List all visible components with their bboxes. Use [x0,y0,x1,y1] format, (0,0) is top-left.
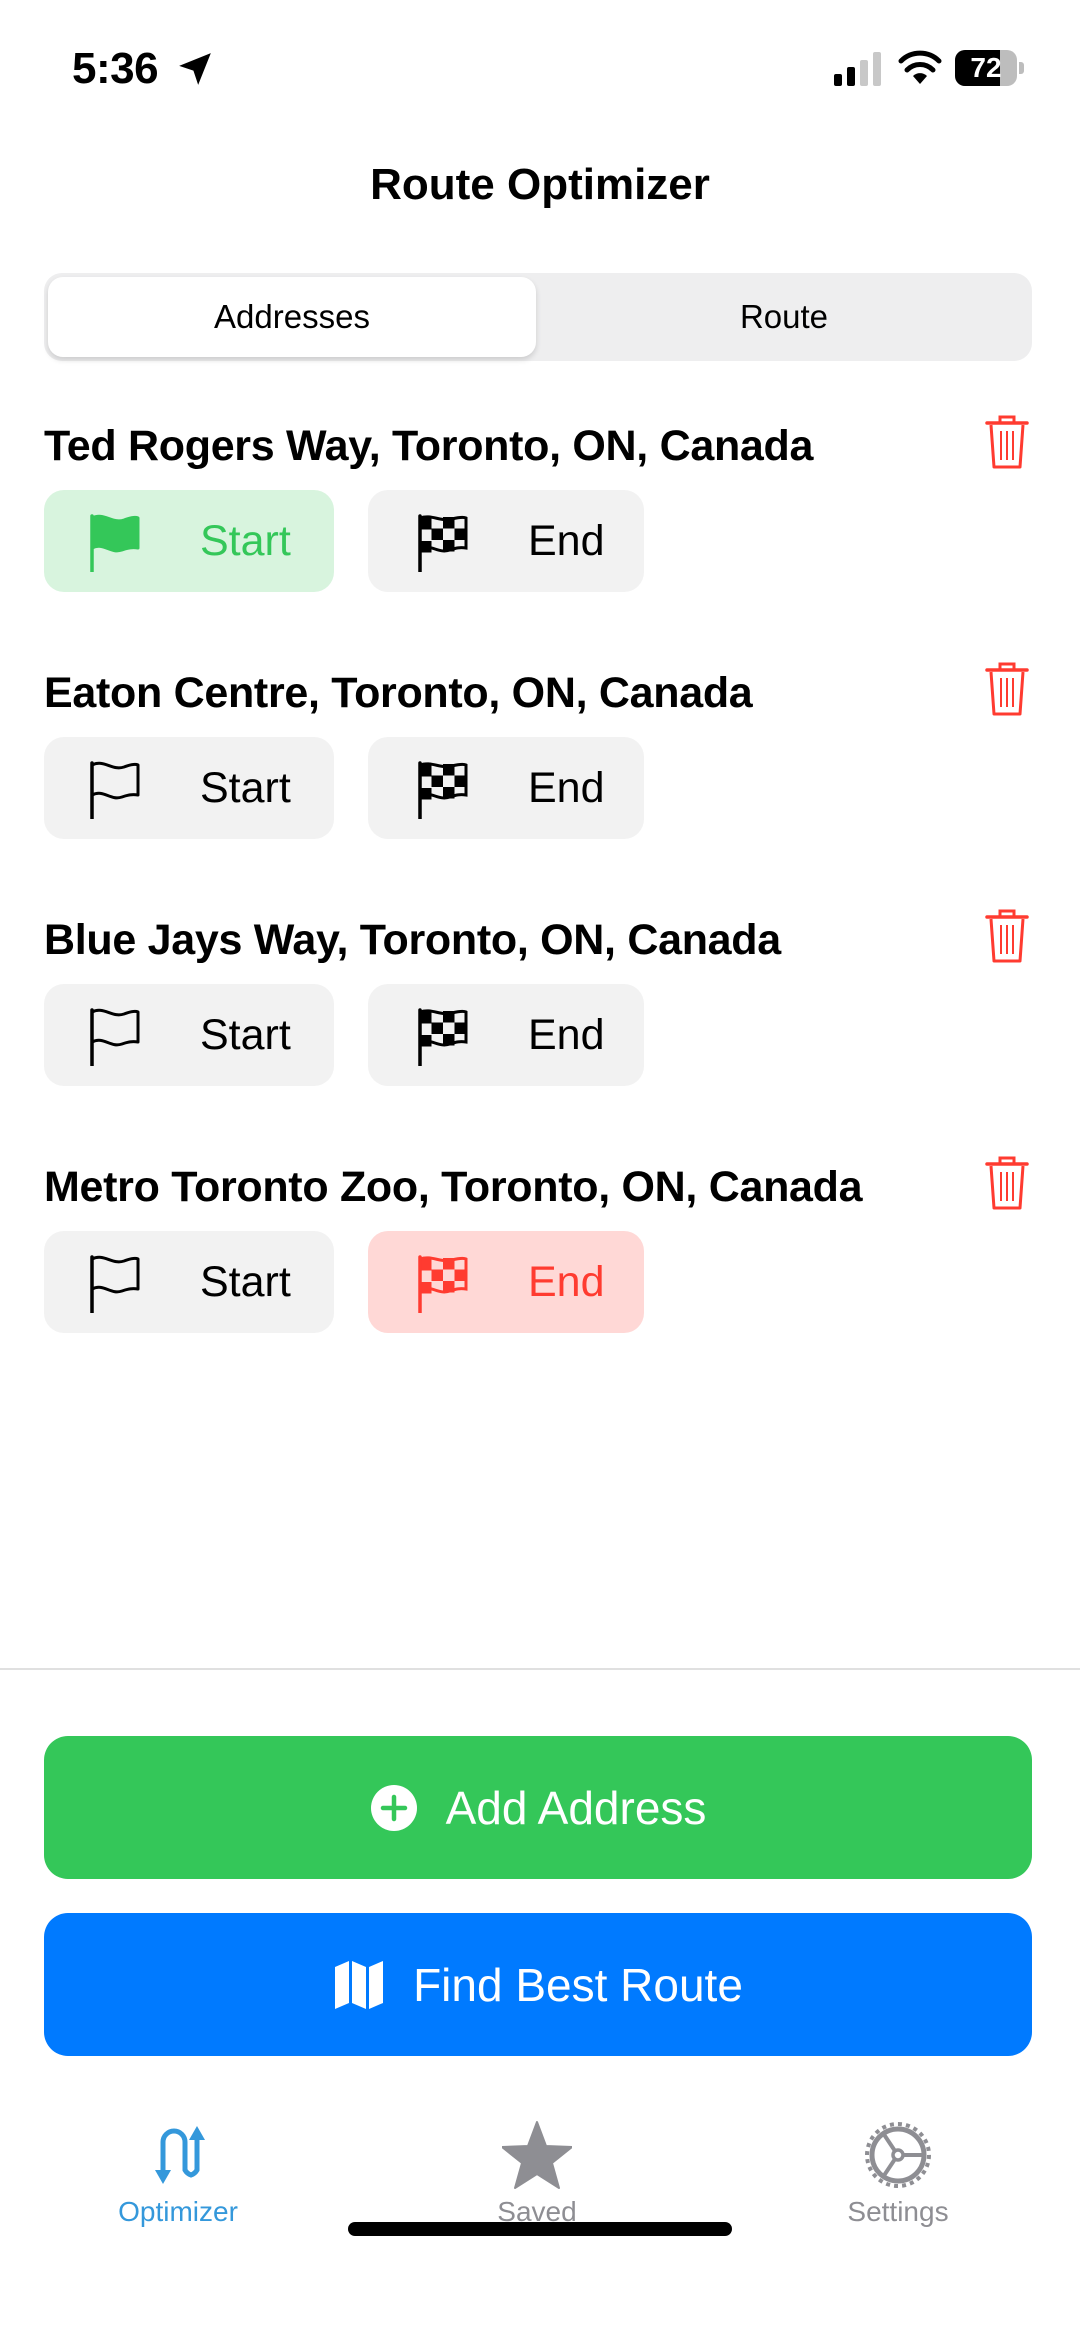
address-name: Metro Toronto Zoo, Toronto, ON, Canada [44,1163,863,1211]
find-best-route-label: Find Best Route [413,1958,743,2011]
checkered-flag-icon [418,514,468,572]
start-label: Start [200,764,291,812]
tab-saved[interactable]: Saved [417,2100,657,2227]
tab-optimizer[interactable]: Optimizer [58,2100,298,2227]
home-indicator [348,2222,732,2236]
status-time: 5:36 [72,44,159,93]
wifi-icon [898,50,942,84]
address-row: Metro Toronto Zoo, Toronto, ON, Canada S… [0,1156,1080,1363]
gear-icon [865,2122,931,2188]
flag-icon [90,761,140,819]
flag-icon [90,1255,140,1313]
add-address-label: Add Address [445,1781,707,1834]
segment-route[interactable]: Route [540,277,1028,357]
tab-settings[interactable]: Settings [778,2100,1018,2227]
segment-addresses[interactable]: Addresses [48,277,536,357]
plus-circle-icon [370,1784,417,1831]
address-row: Eaton Centre, Toronto, ON, Canada Start … [0,662,1080,869]
set-end-button[interactable]: End [368,737,644,839]
page-title: Route Optimizer [370,160,710,209]
address-row: Blue Jays Way, Toronto, ON, Canada Start… [0,909,1080,1116]
end-label: End [528,1011,605,1059]
end-label: End [528,1258,605,1306]
tab-bar: Optimizer Saved Settings [0,2100,1080,2227]
star-icon [502,2121,572,2189]
cellular-signal-icon [834,52,881,86]
find-best-route-button[interactable]: Find Best Route [44,1913,1032,2056]
status-bar: 5:36 72 [0,0,1080,130]
delete-trash-icon[interactable] [984,908,1030,964]
set-start-button[interactable]: Start [44,737,334,839]
address-name: Eaton Centre, Toronto, ON, Canada [44,669,753,717]
battery-percent: 72 [970,52,1002,83]
checkered-flag-icon [418,1008,468,1066]
battery-indicator: 72 [955,50,1025,86]
checkered-flag-icon [418,761,468,819]
set-start-button[interactable]: Start [44,1231,334,1333]
location-arrow-icon [179,53,211,85]
start-label: Start [200,517,291,565]
set-start-button[interactable]: Start [44,490,334,592]
map-icon [335,1960,384,2009]
delete-trash-icon[interactable] [984,1155,1030,1211]
route-arrows-icon [155,2126,205,2184]
end-label: End [528,517,605,565]
checkered-flag-icon [418,1255,468,1313]
address-name: Blue Jays Way, Toronto, ON, Canada [44,916,781,964]
tab-label: Optimizer [118,2196,238,2227]
address-row: Ted Rogers Way, Toronto, ON, Canada Star… [0,415,1080,622]
address-name: Ted Rogers Way, Toronto, ON, Canada [44,422,814,470]
delete-trash-icon[interactable] [984,661,1030,717]
delete-trash-icon[interactable] [984,414,1030,470]
tab-label: Settings [847,2196,949,2227]
flag-icon [90,1008,140,1066]
set-start-button[interactable]: Start [44,984,334,1086]
divider [0,1668,1080,1670]
set-end-button[interactable]: End [368,984,644,1086]
end-label: End [528,764,605,812]
set-end-button[interactable]: End [368,490,644,592]
start-label: Start [200,1258,291,1306]
add-address-button[interactable]: Add Address [44,1736,1032,1879]
set-end-button[interactable]: End [368,1231,644,1333]
start-label: Start [200,1011,291,1059]
view-segmented-control: Addresses Route [44,273,1032,361]
flag-icon [90,514,140,572]
